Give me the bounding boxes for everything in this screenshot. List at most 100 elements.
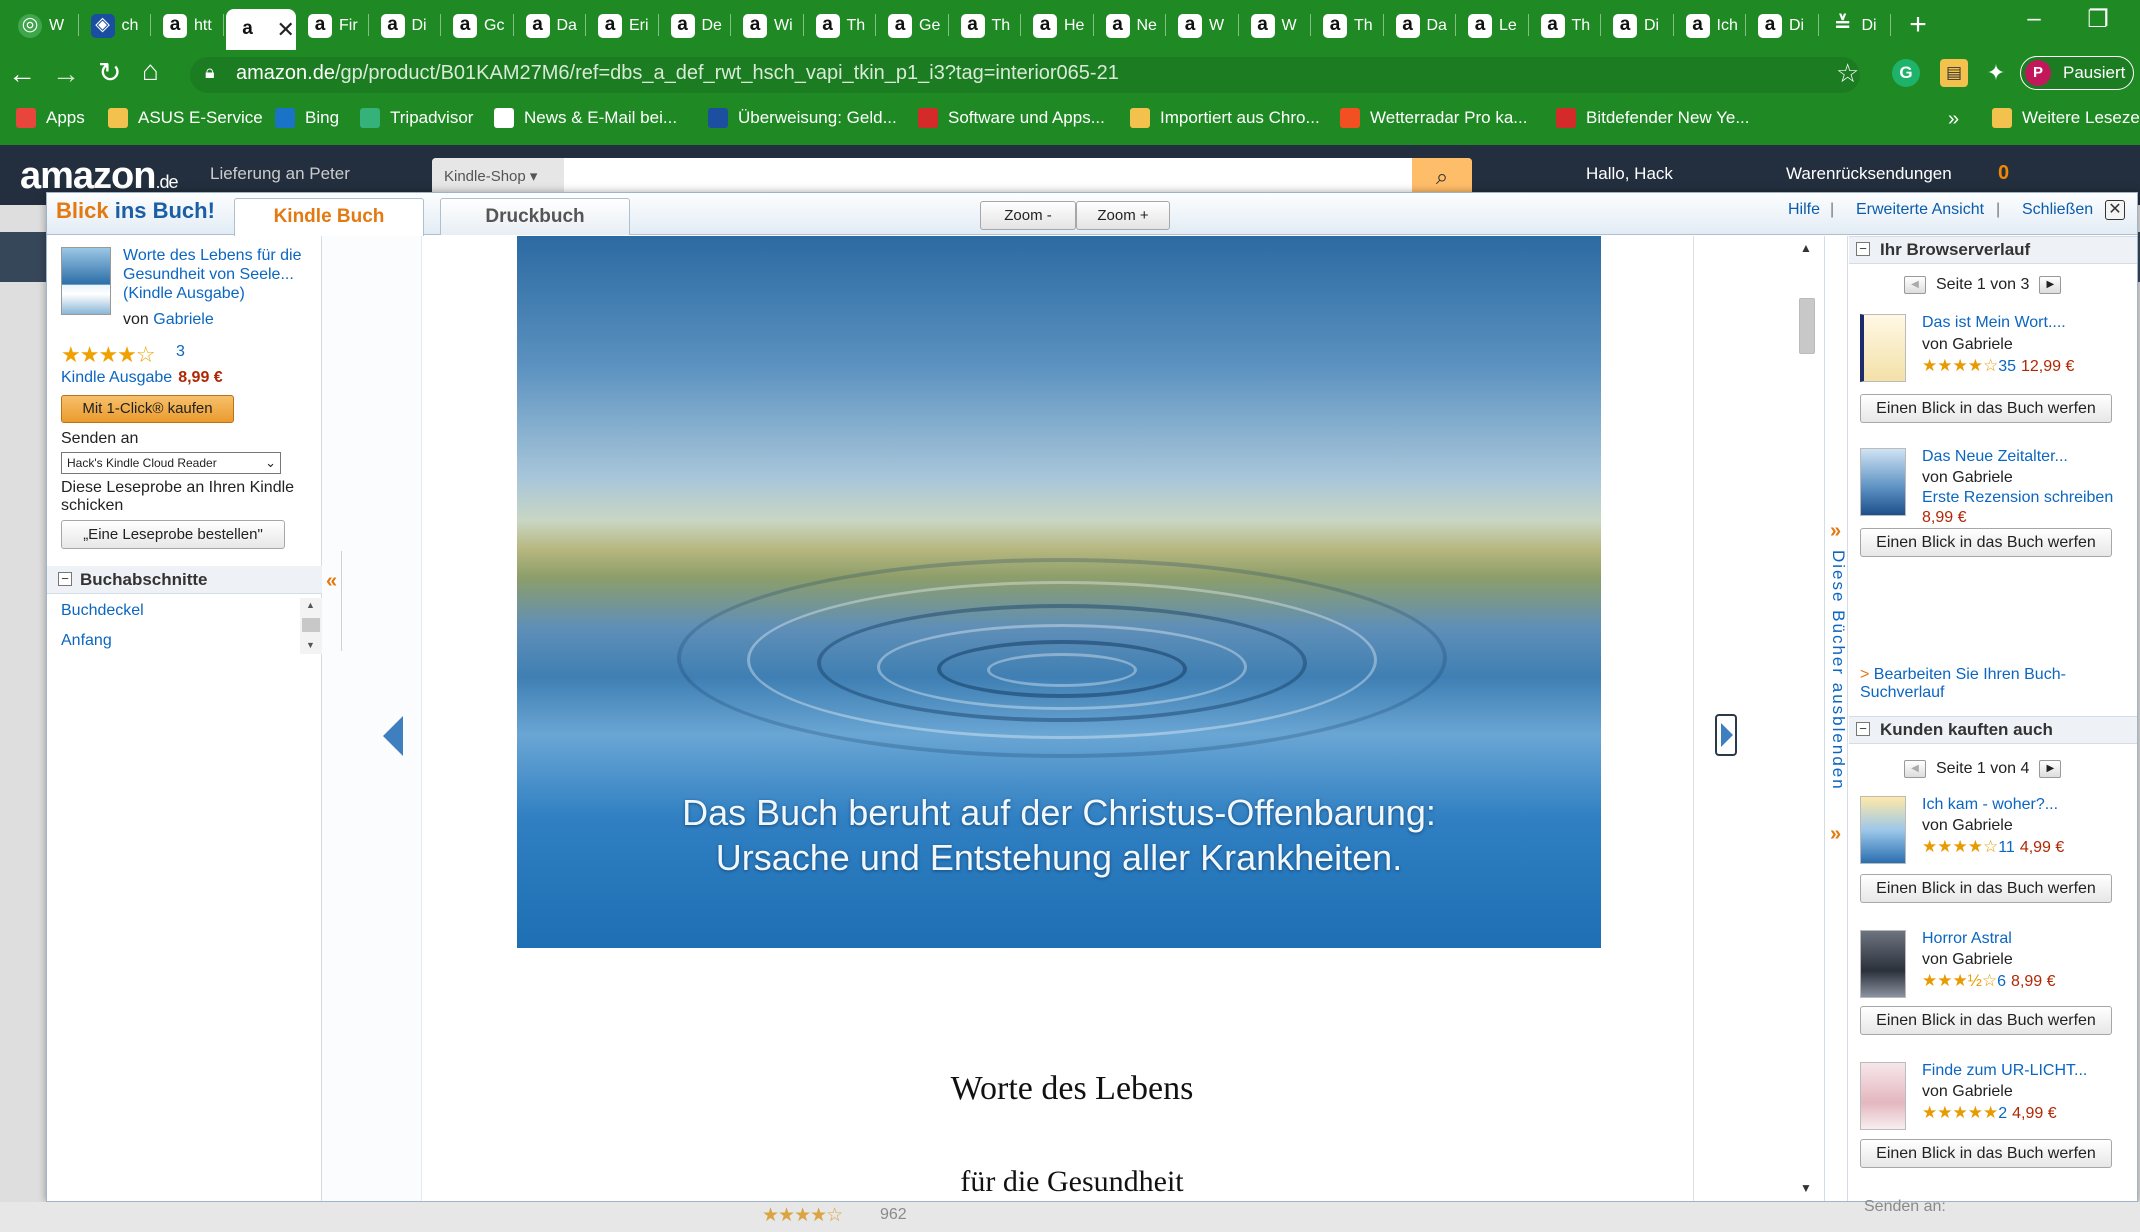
buy-one-click-button[interactable]: Mit 1-Click® kaufen bbox=[61, 395, 234, 423]
extensions-puzzle-icon[interactable]: ✦ bbox=[1982, 59, 2010, 87]
star-rating[interactable]: ★★★★☆35 12,99 € bbox=[1922, 356, 2074, 376]
look-inside-button[interactable]: Einen Blick in das Buch werfen bbox=[1860, 394, 2112, 423]
bookmark-item[interactable]: News & E-Mail bei... bbox=[494, 108, 677, 128]
next-page-icon[interactable]: ▶ bbox=[2039, 276, 2062, 294]
minimize-button[interactable]: – bbox=[2012, 5, 2056, 33]
bookmark-item[interactable]: Wetterradar Pro ka... bbox=[1340, 108, 1527, 128]
tab-kindle-book[interactable]: Kindle Buch bbox=[234, 198, 424, 236]
restore-button[interactable]: ❐ bbox=[2076, 5, 2120, 34]
bookmark-item[interactable]: Überweisung: Geld... bbox=[708, 108, 897, 128]
rating-count[interactable]: 6 bbox=[1997, 973, 2006, 990]
book-title-link[interactable]: Worte des Lebens für die Gesundheit von … bbox=[123, 246, 318, 303]
reload-icon[interactable]: ↻ bbox=[98, 56, 121, 89]
rating-count[interactable]: 2 bbox=[1998, 1105, 2007, 1122]
tab[interactable]: a Ne bbox=[1096, 9, 1166, 42]
cart-count[interactable]: 0 bbox=[1998, 162, 2009, 185]
forward-icon[interactable]: → bbox=[52, 58, 80, 90]
author-link[interactable]: Gabriele bbox=[153, 311, 213, 328]
grammarly-icon[interactable]: G bbox=[1892, 59, 1920, 87]
home-icon[interactable]: ⌂ bbox=[142, 55, 159, 87]
tab[interactable]: aW bbox=[1168, 9, 1239, 42]
tab[interactable]: a Le bbox=[1458, 9, 1529, 42]
rating-count-link[interactable]: 3 bbox=[176, 343, 185, 361]
rating-count[interactable]: 35 bbox=[1998, 358, 2016, 375]
tab[interactable]: ≚ Di bbox=[1821, 9, 1891, 42]
scroll-up-icon[interactable]: ▲ bbox=[306, 600, 315, 610]
zoom-in-button[interactable]: Zoom + bbox=[1076, 201, 1170, 230]
tab[interactable]: a Ge bbox=[878, 9, 949, 42]
write-review-link[interactable]: Erste Rezension schreiben bbox=[1922, 489, 2113, 507]
tab[interactable]: aW bbox=[1241, 9, 1311, 42]
tab[interactable]: ◎ W bbox=[8, 9, 79, 42]
tab-active[interactable]: a ✕ bbox=[225, 9, 296, 50]
returns-link[interactable]: Warenrücksendungen bbox=[1786, 164, 1952, 184]
back-icon[interactable]: ← bbox=[8, 58, 36, 90]
tab[interactable]: a Th bbox=[1531, 9, 1601, 42]
look-inside-button[interactable]: Einen Blick in das Buch werfen bbox=[1860, 1139, 2112, 1168]
scroll-up-icon[interactable]: ▲ bbox=[1800, 241, 1812, 255]
amazon-search-category[interactable]: Kindle-Shop ▾ bbox=[432, 158, 564, 196]
book-thumbnail[interactable] bbox=[1860, 448, 1906, 516]
help-link[interactable]: Hilfe bbox=[1788, 201, 1820, 219]
device-select[interactable]: Hack's Kindle Cloud Reader ⌄ bbox=[61, 452, 281, 474]
delivery-location[interactable]: Lieferung an Peter bbox=[210, 164, 350, 184]
edit-history-link[interactable]: > Bearbeiten Sie Ihren Buch-Suchverlauf bbox=[1860, 666, 2130, 702]
book-cover-thumbnail[interactable] bbox=[61, 247, 111, 315]
star-rating[interactable]: ★★★★☆ bbox=[61, 342, 156, 368]
section-link-start[interactable]: Anfang bbox=[61, 632, 112, 650]
book-thumbnail[interactable] bbox=[1860, 930, 1906, 998]
search-icon[interactable]: ⌕ bbox=[1412, 158, 1472, 196]
scroll-thumb[interactable] bbox=[1799, 298, 1815, 354]
extended-view-link[interactable]: Erweiterte Ansicht bbox=[1856, 201, 1984, 219]
bookmark-item[interactable]: ASUS E-Service bbox=[108, 108, 263, 128]
bookmark-item[interactable]: Bing bbox=[275, 108, 339, 128]
reader-scrollbar[interactable]: ▲ ▼ bbox=[1796, 236, 1818, 1201]
collapse-left-icon[interactable]: « bbox=[326, 570, 337, 593]
look-inside-button[interactable]: Einen Blick in das Buch werfen bbox=[1860, 874, 2112, 903]
book-title-link[interactable]: Finde zum UR-LICHT... bbox=[1922, 1062, 2087, 1080]
extension-notes-icon[interactable]: ▤ bbox=[1940, 59, 1968, 87]
book-title-link[interactable]: Das ist Mein Wort.... bbox=[1922, 314, 2066, 332]
bookmarks-overflow-button[interactable]: » bbox=[1948, 108, 1959, 131]
lock-icon[interactable]: 🔒︎ bbox=[205, 62, 215, 83]
account-greeting[interactable]: Hallo, Hack bbox=[1586, 164, 1673, 184]
collapse-minus-icon[interactable]: − bbox=[1856, 242, 1870, 256]
tab[interactable]: a Fir bbox=[298, 9, 369, 42]
close-tab-icon[interactable]: ✕ bbox=[277, 17, 295, 43]
tab[interactable]: a Gc bbox=[443, 9, 514, 42]
section-link-cover[interactable]: Buchdeckel bbox=[61, 602, 144, 620]
next-page-button[interactable] bbox=[1715, 714, 1737, 756]
book-thumbnail[interactable] bbox=[1860, 796, 1906, 864]
book-thumbnail[interactable] bbox=[1860, 314, 1906, 382]
previous-page-icon[interactable] bbox=[383, 716, 403, 756]
close-link[interactable]: Schließen bbox=[2022, 201, 2093, 219]
bookmark-item[interactable]: Importiert aus Chro... bbox=[1130, 108, 1320, 128]
rating-count[interactable]: 11 bbox=[1998, 839, 2015, 856]
sections-scrollbar[interactable]: ▲ ▼ bbox=[300, 598, 322, 654]
amazon-search-input[interactable] bbox=[432, 158, 1472, 196]
star-rating[interactable]: ★★★★★2 4,99 € bbox=[1922, 1103, 2057, 1123]
scroll-down-icon[interactable]: ▼ bbox=[306, 640, 315, 650]
bookmark-item[interactable]: Tripadvisor bbox=[360, 108, 473, 128]
tab[interactable]: a Da bbox=[516, 9, 586, 42]
chevron-right-icon[interactable]: » bbox=[1830, 520, 1841, 543]
tab[interactable]: a Th bbox=[806, 9, 876, 42]
star-rating[interactable]: ★★★½☆6 8,99 € bbox=[1922, 971, 2056, 991]
close-icon[interactable]: ✕ bbox=[2105, 200, 2125, 220]
tab-print-book[interactable]: Druckbuch bbox=[440, 198, 630, 235]
book-title-link[interactable]: Ich kam - woher?... bbox=[1922, 796, 2058, 814]
order-sample-button[interactable]: „Eine Leseprobe bestellen" bbox=[61, 520, 285, 549]
look-inside-button[interactable]: Einen Blick in das Buch werfen bbox=[1860, 1006, 2112, 1035]
tab[interactable]: a De bbox=[661, 9, 731, 42]
chevron-right-icon[interactable]: » bbox=[1830, 823, 1841, 846]
book-title-link[interactable]: Das Neue Zeitalter... bbox=[1922, 448, 2068, 466]
look-inside-button[interactable]: Einen Blick in das Buch werfen bbox=[1860, 528, 2112, 557]
scroll-thumb[interactable] bbox=[302, 618, 320, 632]
collapse-minus-icon[interactable]: − bbox=[1856, 722, 1870, 736]
format-link[interactable]: Kindle Ausgabe bbox=[61, 369, 172, 386]
new-tab-button[interactable]: + bbox=[1902, 8, 1934, 42]
other-bookmarks[interactable]: Weitere Lesezei bbox=[1992, 108, 2140, 128]
hide-books-label[interactable]: Diese Bücher ausblenden bbox=[1826, 550, 1848, 791]
tab[interactable]: a Di bbox=[371, 9, 441, 42]
collapse-minus-icon[interactable]: − bbox=[58, 572, 72, 586]
